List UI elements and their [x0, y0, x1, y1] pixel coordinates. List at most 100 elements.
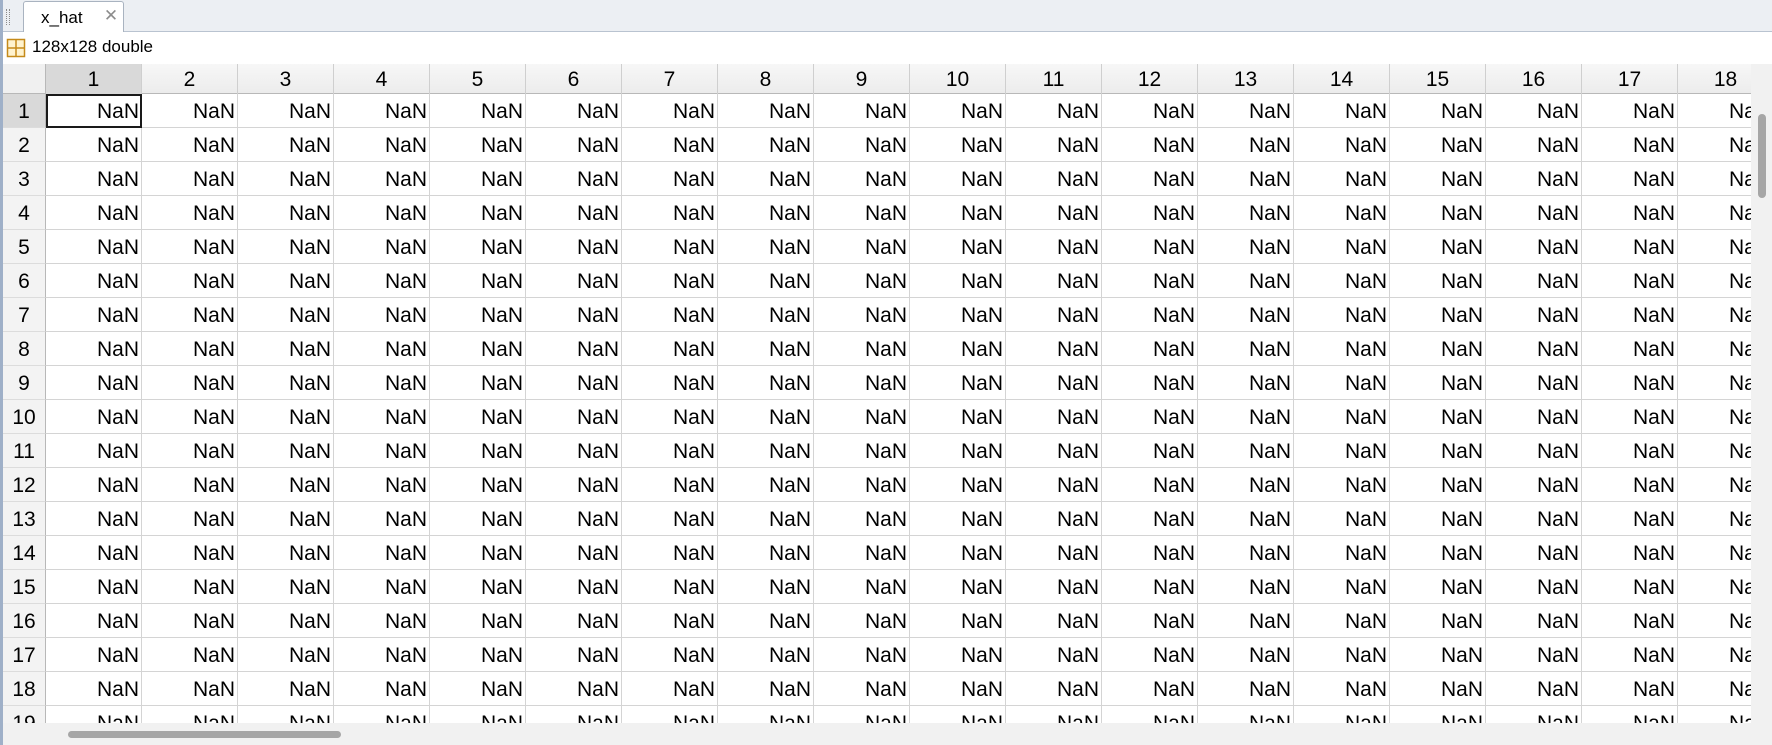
table-cell[interactable]: NaN — [1102, 672, 1198, 706]
row-header[interactable]: 5 — [3, 230, 46, 264]
column-header[interactable]: 11 — [1006, 64, 1102, 94]
table-cell[interactable]: NaN — [142, 400, 238, 434]
table-cell[interactable]: NaN — [1486, 502, 1582, 536]
column-header[interactable]: 4 — [334, 64, 430, 94]
table-cell[interactable]: NaN — [238, 264, 334, 298]
table-cell[interactable]: NaN — [1102, 400, 1198, 434]
table-cell[interactable]: NaN — [1006, 468, 1102, 502]
table-cell[interactable]: NaN — [622, 298, 718, 332]
table-cell[interactable]: NaN — [622, 706, 718, 723]
table-cell[interactable]: NaN — [1102, 264, 1198, 298]
column-header[interactable]: 15 — [1390, 64, 1486, 94]
table-cell[interactable]: NaN — [1102, 638, 1198, 672]
column-header[interactable]: 10 — [910, 64, 1006, 94]
row-header[interactable]: 1 — [3, 94, 46, 128]
table-cell[interactable]: NaN — [622, 332, 718, 366]
table-cell[interactable]: NaN — [238, 536, 334, 570]
table-cell[interactable]: NaN — [1102, 128, 1198, 162]
table-cell[interactable]: NaN — [238, 298, 334, 332]
row-header[interactable]: 13 — [3, 502, 46, 536]
table-cell[interactable]: NaN — [814, 366, 910, 400]
table-cell[interactable]: NaN — [430, 434, 526, 468]
table-cell[interactable]: NaN — [1198, 400, 1294, 434]
table-cell[interactable]: NaN — [334, 366, 430, 400]
table-cell[interactable]: NaN — [910, 332, 1006, 366]
table-cell[interactable]: NaN — [910, 536, 1006, 570]
table-cell[interactable]: NaN — [1678, 94, 1751, 128]
table-cell[interactable]: NaN — [142, 468, 238, 502]
table-cell[interactable]: NaN — [718, 434, 814, 468]
table-cell[interactable]: NaN — [1006, 264, 1102, 298]
table-cell[interactable]: NaN — [142, 604, 238, 638]
table-cell[interactable]: NaN — [1486, 536, 1582, 570]
table-cell[interactable]: NaN — [1198, 128, 1294, 162]
table-cell[interactable]: NaN — [718, 502, 814, 536]
table-cell[interactable]: NaN — [910, 128, 1006, 162]
table-cell[interactable]: NaN — [1294, 298, 1390, 332]
table-cell[interactable]: NaN — [1390, 672, 1486, 706]
table-cell[interactable]: NaN — [622, 196, 718, 230]
table-cell[interactable]: NaN — [1198, 332, 1294, 366]
table-cell[interactable]: NaN — [526, 264, 622, 298]
table-cell[interactable]: NaN — [1294, 706, 1390, 723]
table-cell[interactable]: NaN — [622, 162, 718, 196]
table-cell[interactable]: NaN — [46, 604, 142, 638]
table-cell[interactable]: NaN — [910, 264, 1006, 298]
table-cell[interactable]: NaN — [1678, 434, 1751, 468]
table-cell[interactable]: NaN — [1486, 366, 1582, 400]
table-cell[interactable]: NaN — [1198, 570, 1294, 604]
table-cell[interactable]: NaN — [1294, 128, 1390, 162]
table-cell[interactable]: NaN — [1006, 536, 1102, 570]
table-cell[interactable]: NaN — [1486, 570, 1582, 604]
table-cell[interactable]: NaN — [814, 638, 910, 672]
table-cell[interactable]: NaN — [1486, 604, 1582, 638]
table-cell[interactable]: NaN — [1678, 400, 1751, 434]
table-cell[interactable]: NaN — [430, 94, 526, 128]
table-cell[interactable]: NaN — [1390, 196, 1486, 230]
table-cell[interactable]: NaN — [1006, 400, 1102, 434]
table-cell[interactable]: NaN — [1486, 230, 1582, 264]
table-cell[interactable]: NaN — [334, 264, 430, 298]
row-header[interactable]: 8 — [3, 332, 46, 366]
table-cell[interactable]: NaN — [334, 706, 430, 723]
row-header[interactable]: 7 — [3, 298, 46, 332]
table-cell[interactable]: NaN — [1390, 570, 1486, 604]
table-cell[interactable]: NaN — [814, 672, 910, 706]
table-cell[interactable]: NaN — [1582, 468, 1678, 502]
table-cell[interactable]: NaN — [1294, 332, 1390, 366]
table-cell[interactable]: NaN — [430, 468, 526, 502]
table-cell[interactable]: NaN — [46, 196, 142, 230]
table-cell[interactable]: NaN — [142, 672, 238, 706]
table-cell[interactable]: NaN — [1486, 94, 1582, 128]
drag-grip-icon[interactable] — [6, 9, 10, 25]
table-cell[interactable]: NaN — [1294, 400, 1390, 434]
table-cell[interactable]: NaN — [1006, 672, 1102, 706]
table-cell[interactable]: NaN — [1198, 230, 1294, 264]
table-cell[interactable]: NaN — [334, 570, 430, 604]
table-cell[interactable]: NaN — [1006, 332, 1102, 366]
table-cell[interactable]: NaN — [238, 128, 334, 162]
table-cell[interactable]: NaN — [1390, 162, 1486, 196]
table-cell[interactable]: NaN — [1582, 536, 1678, 570]
table-cell[interactable]: NaN — [1294, 638, 1390, 672]
table-cell[interactable]: NaN — [622, 502, 718, 536]
table-cell[interactable]: NaN — [1486, 468, 1582, 502]
table-cell[interactable]: NaN — [1294, 604, 1390, 638]
row-header[interactable]: 2 — [3, 128, 46, 162]
table-cell[interactable]: NaN — [1678, 298, 1751, 332]
table-cell[interactable]: NaN — [142, 264, 238, 298]
table-cell[interactable]: NaN — [814, 536, 910, 570]
row-header[interactable]: 3 — [3, 162, 46, 196]
table-cell[interactable]: NaN — [1102, 570, 1198, 604]
table-cell[interactable]: NaN — [1294, 230, 1390, 264]
table-cell[interactable]: NaN — [430, 604, 526, 638]
table-cell[interactable]: NaN — [142, 196, 238, 230]
table-cell[interactable]: NaN — [1390, 502, 1486, 536]
table-cell[interactable]: NaN — [334, 536, 430, 570]
table-cell[interactable]: NaN — [142, 128, 238, 162]
table-cell[interactable]: NaN — [814, 502, 910, 536]
table-cell[interactable]: NaN — [430, 366, 526, 400]
table-cell[interactable]: NaN — [142, 94, 238, 128]
table-cell[interactable]: NaN — [1006, 298, 1102, 332]
table-cell[interactable]: NaN — [1582, 366, 1678, 400]
